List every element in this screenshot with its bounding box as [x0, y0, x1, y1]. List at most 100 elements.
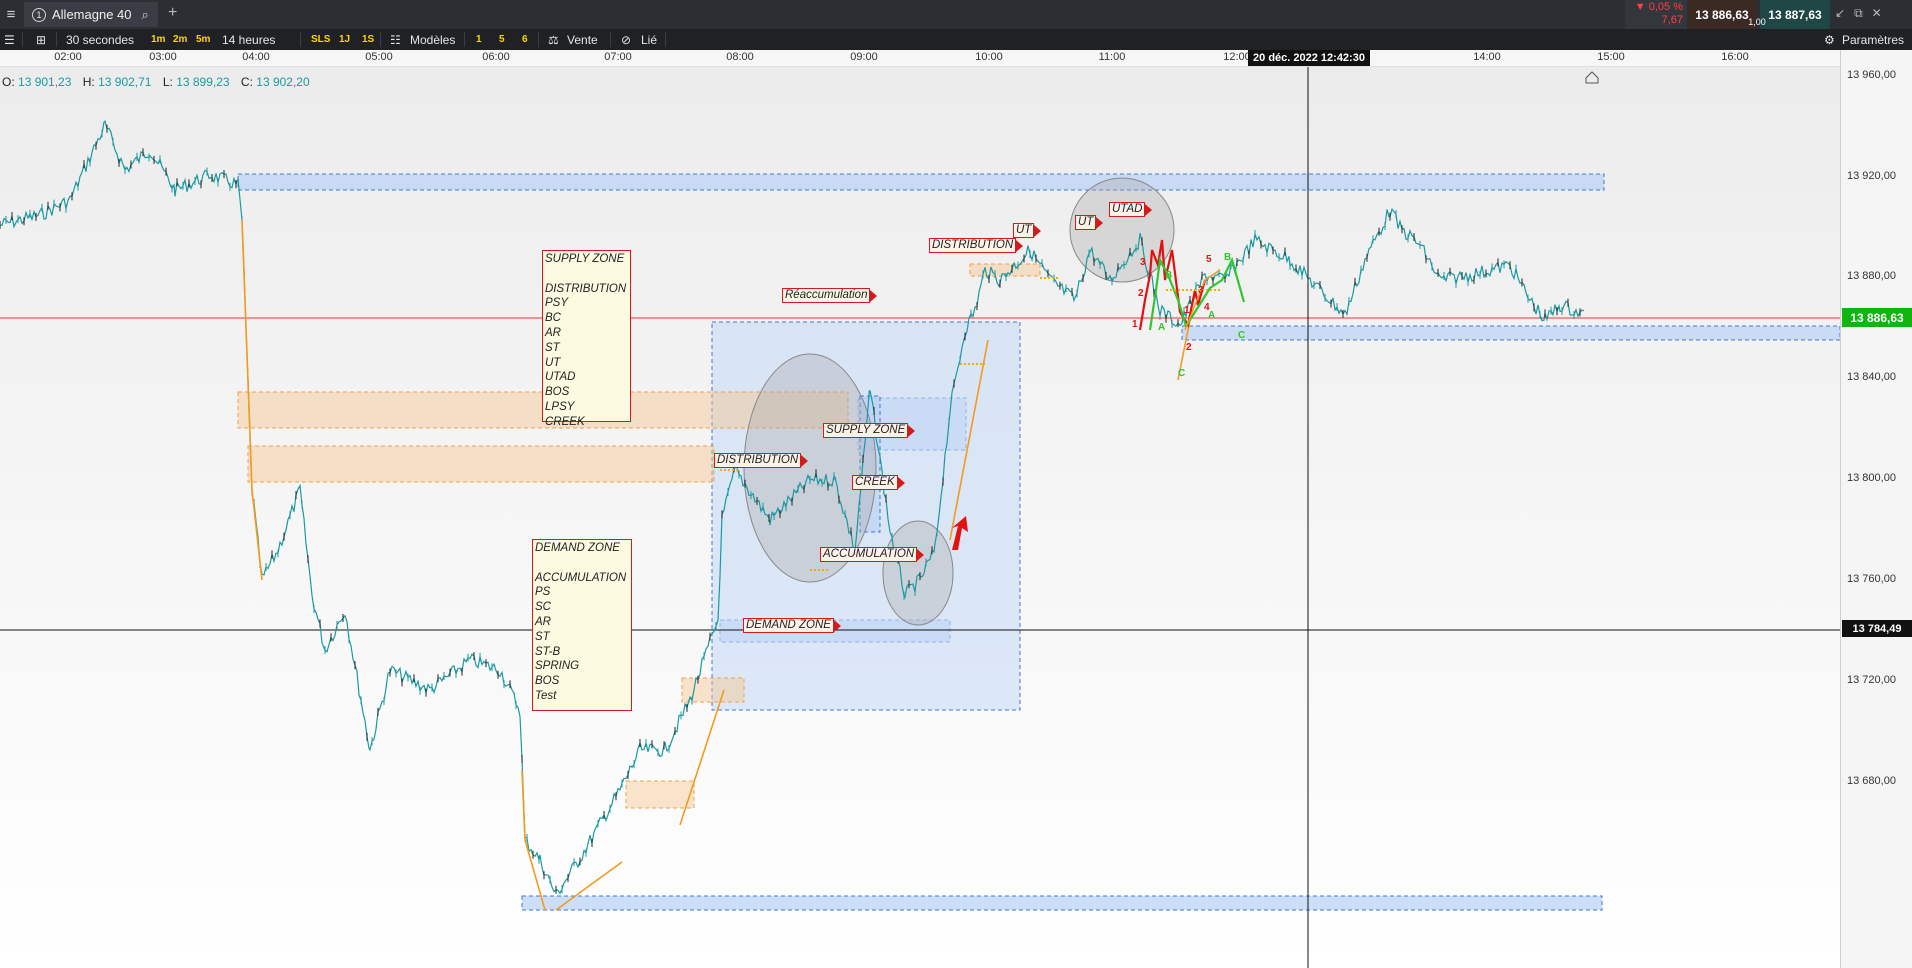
creek-tag[interactable]: CREEK — [852, 475, 905, 490]
note-line: PSY — [545, 297, 569, 310]
note-line: DISTRIBUTION — [545, 282, 627, 295]
sls-button[interactable]: SLS — [311, 29, 330, 50]
note-line: ST — [545, 341, 560, 354]
low-value: 13 899,23 — [176, 75, 230, 89]
note-line: BOS — [535, 675, 560, 688]
distribution-tag[interactable]: DISTRIBUTION — [714, 453, 809, 468]
accumulation-tag[interactable]: ACCUMULATION — [820, 547, 925, 562]
linked-button[interactable]: Lié — [641, 29, 657, 50]
price-axis-label: 13 720,00 — [1847, 674, 1896, 686]
instrument-tab[interactable]: 1 Allemagne 40 ⌕ — [24, 2, 158, 27]
note-line — [535, 556, 629, 571]
list-icon[interactable]: ☰ — [4, 29, 15, 50]
layout-icon[interactable]: ⊞ — [36, 29, 46, 50]
high-label: H: — [82, 75, 95, 89]
demand-zone-tag[interactable]: DEMAND ZONE — [743, 618, 841, 633]
price-axis-label: 13 680,00 — [1847, 775, 1896, 787]
price-chart-canvas[interactable]: 12312345ABCABC — [0, 50, 1840, 968]
note-line: CREEK — [545, 415, 585, 428]
wave-label: C — [1178, 368, 1185, 379]
preset-1-button[interactable]: 1 — [476, 29, 482, 50]
note-line: AR — [545, 326, 561, 339]
reaccumulation-tag[interactable]: Réaccumulation — [782, 288, 878, 303]
settings-button[interactable]: Paramètres — [1842, 29, 1904, 50]
popout-icon[interactable]: ⧉ — [1854, 6, 1863, 21]
last-price-label: 13 886,63 — [1842, 308, 1912, 327]
wave-label: 3 — [1140, 257, 1146, 268]
price-axis-label: 13 960,00 — [1847, 69, 1896, 81]
wave-label: A — [1208, 310, 1215, 321]
chart-toolbar: ☰ ⊞ 30 secondes 1m 2m 5m 14 heures SLS 1… — [0, 29, 1912, 50]
quick-interval-5m[interactable]: 5m — [196, 29, 210, 50]
ohlc-legend: O: 13 901,23 H: 13 902,71 L: 13 899,23 C… — [2, 75, 318, 89]
price-scale[interactable]: 13 960,00 13 920,00 13 880,00 13 840,00 13 8… — [1840, 50, 1912, 968]
spread-value: 1,00 — [1748, 17, 1766, 27]
demand-zone-note[interactable]: DEMAND ZONE ACCUMULATION PS SC AR ST ST-B SPRI… — [532, 539, 632, 711]
quick-interval-2m[interactable]: 2m — [173, 29, 187, 50]
preset-6-button[interactable]: 6 — [522, 29, 528, 50]
price-change: ▼ 0,05 % 7,67 — [1625, 0, 1687, 29]
range-1j-button[interactable]: 1J — [339, 29, 350, 50]
price-axis-label: 13 880,00 — [1847, 270, 1896, 282]
ut-tag-2[interactable]: UT — [1075, 215, 1104, 230]
range-select[interactable]: 14 heures — [222, 29, 275, 50]
wave-label: B — [1224, 252, 1231, 263]
note-line: ST — [535, 630, 550, 643]
chart-area[interactable]: 02:00 03:00 04:00 05:00 06:00 07:00 08:00 09:00… — [0, 50, 1912, 968]
order-block-zone — [247, 445, 715, 483]
order-block-zone — [969, 263, 1041, 277]
tab-number-icon: 1 — [32, 7, 46, 22]
hamburger-icon[interactable]: ≡ — [0, 0, 22, 29]
supply-demand-zone — [1181, 325, 1840, 341]
ut-tag-1[interactable]: UT — [1013, 223, 1042, 238]
top-bar: ≡ 1 Allemagne 40 ⌕ + ▼ 0,05 % 7,67 13 88… — [0, 0, 1912, 29]
note-line: SPRING — [535, 660, 580, 673]
wave-label: 1 — [1132, 319, 1138, 330]
order-icon[interactable]: ⚖ — [548, 29, 559, 50]
high-value: 13 902,71 — [98, 75, 152, 89]
templates-button[interactable]: Modèles — [410, 29, 455, 50]
price-axis-label: 13 760,00 — [1847, 573, 1896, 585]
templates-icon[interactable]: ☷ — [390, 29, 401, 50]
note-line: BOS — [545, 386, 570, 399]
note-line: UT — [545, 356, 561, 369]
note-line: UTAD — [545, 371, 576, 384]
wave-label: 2 — [1186, 342, 1192, 353]
note-line: ST-B — [535, 645, 561, 658]
supply-demand-zone — [521, 895, 1603, 911]
range-1s-button[interactable]: 1S — [362, 29, 374, 50]
close-value: 13 902,20 — [256, 75, 310, 89]
minimize-icon[interactable]: ↙ — [1835, 6, 1845, 21]
link-icon[interactable]: ⊘ — [621, 29, 631, 50]
wave-label: 2 — [1138, 288, 1144, 299]
price-axis-label: 13 920,00 — [1847, 170, 1896, 182]
trading-app: ≡ 1 Allemagne 40 ⌕ + ▼ 0,05 % 7,67 13 88… — [0, 0, 1912, 968]
interval-select[interactable]: 30 secondes — [66, 29, 134, 50]
wave-label: 5 — [1206, 254, 1212, 265]
note-line: DEMAND ZONE — [535, 542, 620, 554]
gear-icon[interactable]: ⚙ — [1824, 29, 1835, 50]
wave-label: C — [1238, 330, 1245, 341]
close-label: C: — [240, 75, 253, 89]
search-icon[interactable]: ⌕ — [142, 7, 149, 23]
note-line: Test — [535, 689, 557, 702]
distribution-tag-2[interactable]: DISTRIBUTION — [929, 238, 1024, 253]
accumulation-ellipse — [882, 520, 954, 626]
supply-demand-zone — [237, 173, 1605, 191]
close-icon[interactable]: ✕ — [1872, 6, 1882, 21]
low-label: L: — [162, 75, 173, 89]
note-line — [545, 267, 628, 282]
open-value: 13 901,23 — [18, 75, 72, 89]
wave-label: 3 — [1198, 285, 1204, 296]
quick-interval-1m[interactable]: 1m — [151, 29, 165, 50]
supply-zone-tag[interactable]: SUPPLY ZONE — [823, 423, 916, 438]
note-line: SC — [535, 601, 551, 614]
supply-zone-note[interactable]: SUPPLY ZONE DISTRIBUTION PSY BC AR ST UT UTAD B… — [542, 250, 631, 428]
preset-5-button[interactable]: 5 — [499, 29, 505, 50]
utad-tag[interactable]: UTAD — [1109, 202, 1154, 217]
sell-order-button[interactable]: Vente — [567, 29, 598, 50]
price-axis-label: 13 800,00 — [1847, 472, 1896, 484]
note-line: AR — [535, 615, 551, 628]
add-tab-icon[interactable]: + — [168, 4, 177, 22]
note-line: BC — [545, 312, 561, 325]
